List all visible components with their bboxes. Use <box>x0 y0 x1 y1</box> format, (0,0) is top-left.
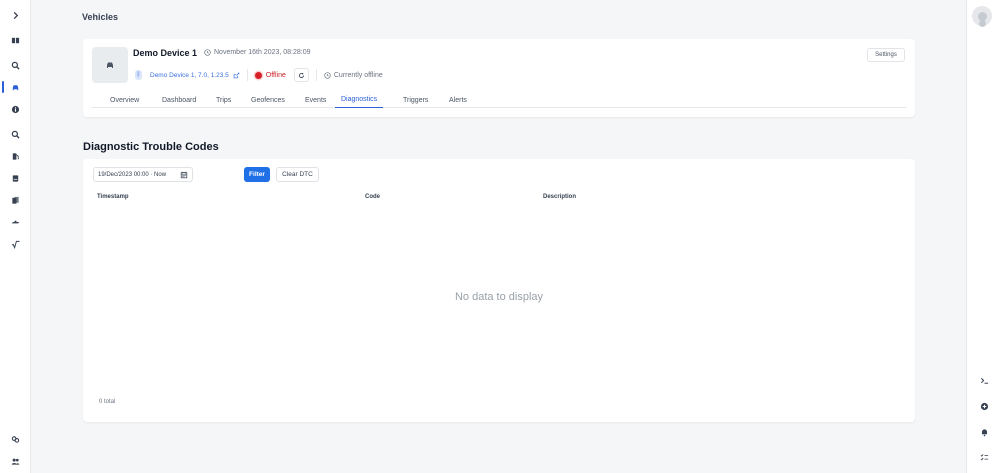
right-sidebar <box>966 0 1000 473</box>
nav-integrations[interactable] <box>0 430 31 448</box>
external-link-icon[interactable] <box>233 72 240 79</box>
device-info-row: ᛒ Demo Device 1, 7.0, 1.23.5 Offline Cur… <box>135 68 383 82</box>
nav-plugins[interactable] <box>0 213 31 231</box>
nav-info[interactable] <box>0 100 31 118</box>
date-range-picker[interactable]: 19/Dec/2023 00:00 · Now <box>93 167 193 182</box>
nav-formulas[interactable] <box>0 235 31 253</box>
tab-overview[interactable]: Overview <box>104 92 145 108</box>
users-icon <box>11 458 20 465</box>
avatar[interactable] <box>972 6 992 26</box>
nav-search-2[interactable] <box>0 125 31 143</box>
integrations-icon <box>11 435 20 443</box>
section-title: Diagnostic Trouble Codes <box>83 141 219 153</box>
tab-dashboard[interactable]: Dashboard <box>156 92 202 108</box>
column-header-timestamp[interactable]: Timestamp <box>97 194 129 200</box>
expand-sidebar-button[interactable] <box>0 6 31 24</box>
empty-state-message: No data to display <box>454 291 544 303</box>
chevron-right-icon <box>13 11 19 19</box>
clock-icon <box>204 49 211 56</box>
terminal-button[interactable] <box>967 371 1000 389</box>
dtc-table-card: 19/Dec/2023 00:00 · Now Filter Clear DTC… <box>83 159 915 422</box>
device-timestamp: November 16th 2023, 08:28:09 <box>204 49 311 56</box>
column-header-description[interactable]: Description <box>543 194 576 200</box>
nav-files[interactable] <box>0 191 31 209</box>
device-name: Demo Device 1 <box>133 48 198 58</box>
search-icon <box>11 61 20 70</box>
status-badge: Offline <box>265 71 286 79</box>
nav-fuel[interactable] <box>0 147 31 165</box>
device-header-card: Demo Device 1 November 16th 2023, 08:28:… <box>83 39 915 117</box>
refresh-icon <box>298 72 304 78</box>
date-range-text: 19/Dec/2023 00:00 · Now <box>98 171 167 178</box>
nav-users[interactable] <box>0 452 31 470</box>
nav-storage[interactable] <box>0 169 31 187</box>
nav-dashboard[interactable] <box>0 31 31 49</box>
tab-alerts[interactable]: Alerts <box>443 92 473 108</box>
settings-button[interactable]: Settings <box>867 48 905 62</box>
fuel-icon <box>12 152 19 160</box>
column-header-code[interactable]: Code <box>365 194 380 200</box>
tab-geofences[interactable]: Geofences <box>245 92 291 108</box>
nav-search[interactable] <box>0 56 31 74</box>
tab-triggers[interactable]: Triggers <box>397 92 434 108</box>
clock-icon <box>324 71 331 79</box>
bell-icon <box>981 428 987 436</box>
clear-dtc-button[interactable]: Clear DTC <box>276 167 319 182</box>
bluetooth-icon: ᛒ <box>135 70 142 80</box>
page-title: Vehicles <box>82 12 119 22</box>
device-tabs: Overview Dashboard Trips Geofences Event… <box>92 92 906 108</box>
nav-vehicles[interactable] <box>0 78 31 96</box>
terminal-icon <box>980 377 988 384</box>
divider <box>315 69 317 81</box>
dashboard-icon <box>11 37 20 43</box>
notifications-button[interactable] <box>967 423 1000 441</box>
tab-events[interactable]: Events <box>299 92 332 108</box>
status-dot-icon <box>254 71 262 79</box>
files-icon <box>12 196 19 204</box>
tab-diagnostics[interactable]: Diagnostics <box>335 92 384 108</box>
info-icon <box>11 105 20 113</box>
sqrt-icon <box>11 240 20 249</box>
car-icon <box>107 62 113 68</box>
storage-icon <box>12 174 19 182</box>
add-circle-icon <box>980 402 988 410</box>
checklist-icon <box>980 453 988 460</box>
plugin-icon <box>11 220 20 223</box>
refresh-button[interactable] <box>293 68 309 82</box>
tasks-button[interactable] <box>967 448 1000 466</box>
device-thumbnail <box>92 47 128 83</box>
divider <box>246 69 248 81</box>
search-icon <box>11 130 20 139</box>
calendar-icon <box>180 171 188 179</box>
total-count: 0 total <box>99 399 116 405</box>
device-link[interactable]: Demo Device 1, 7.0, 1.23.5 <box>150 72 229 79</box>
car-icon <box>12 84 19 90</box>
tab-trips[interactable]: Trips <box>210 92 237 108</box>
add-button[interactable] <box>967 397 1000 415</box>
filter-button[interactable]: Filter <box>244 167 270 182</box>
left-sidebar <box>0 0 31 473</box>
connection-state-text: Currently offline <box>333 71 383 79</box>
device-timestamp-text: November 16th 2023, 08:28:09 <box>214 49 311 56</box>
connection-state: Currently offline <box>324 72 383 79</box>
